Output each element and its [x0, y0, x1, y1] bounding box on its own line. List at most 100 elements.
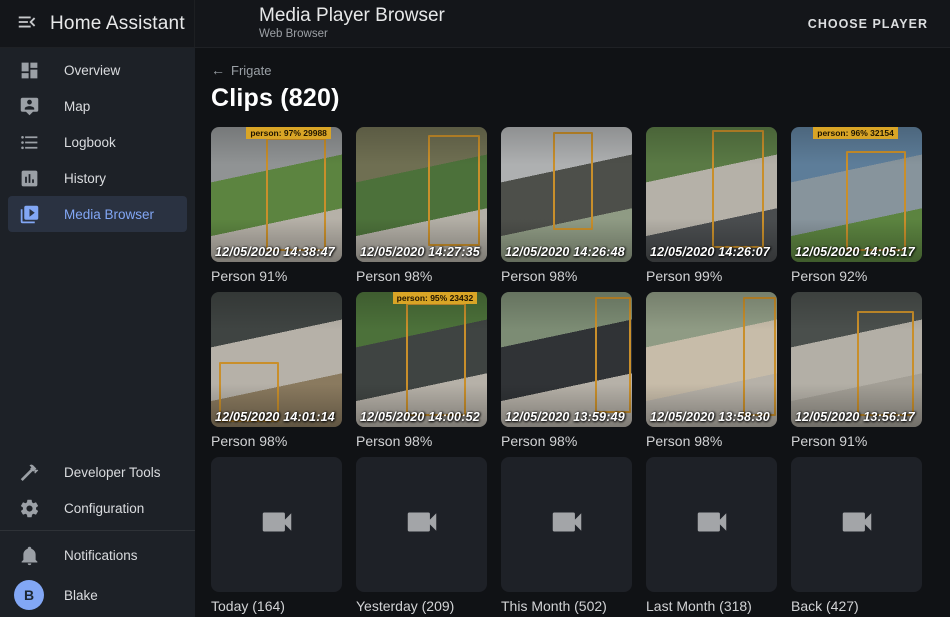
clip-thumbnail[interactable]: 12/05/2020 14:01:14: [211, 292, 342, 427]
video-camera-icon: [693, 503, 731, 546]
choose-player-button[interactable]: CHOOSE PLAYER: [800, 9, 936, 39]
sidebar-item-history[interactable]: History: [8, 160, 187, 196]
view-dashboard-icon: [18, 59, 40, 81]
app-body: Overview Map Logbook History Media Brows…: [0, 48, 950, 617]
clip-timestamp-overlay: 12/05/2020 14:01:14: [215, 410, 335, 424]
clip-card[interactable]: 12/05/2020 13:58:30 Person 98%: [646, 292, 777, 449]
clip-card[interactable]: person: 97% 29988 12/05/2020 14:38:47 Pe…: [211, 127, 342, 284]
sidebar-divider: [0, 530, 195, 531]
sidebar-item-media-browser[interactable]: Media Browser: [8, 196, 187, 232]
clip-caption: Person 99%: [646, 268, 777, 284]
clip-card[interactable]: 12/05/2020 14:27:35 Person 98%: [356, 127, 487, 284]
media-grid: person: 97% 29988 12/05/2020 14:38:47 Pe…: [211, 127, 950, 614]
back-arrow-icon: ←: [211, 62, 225, 78]
video-camera-icon: [403, 503, 441, 546]
clip-card[interactable]: 12/05/2020 13:59:49 Person 98%: [501, 292, 632, 449]
page-title: Media Player Browser: [259, 5, 445, 27]
folder-thumbnail[interactable]: [211, 457, 342, 592]
sidebar-item-logbook[interactable]: Logbook: [8, 124, 187, 160]
clip-caption: Person 98%: [356, 433, 487, 449]
detection-label-chip: person: 97% 29988: [246, 127, 331, 139]
clip-card[interactable]: 12/05/2020 14:26:48 Person 98%: [501, 127, 632, 284]
clip-caption: Person 98%: [211, 433, 342, 449]
clip-card[interactable]: 12/05/2020 14:26:07 Person 99%: [646, 127, 777, 284]
folder-card-0[interactable]: Today (164): [211, 457, 342, 614]
folder-card-3[interactable]: Last Month (318): [646, 457, 777, 614]
sidebar-toggle-button[interactable]: [12, 7, 42, 40]
detection-box: [553, 132, 592, 229]
clip-thumbnail[interactable]: 12/05/2020 13:59:49: [501, 292, 632, 427]
menu-open-icon: [16, 11, 38, 36]
play-box-multiple-icon: [18, 203, 40, 225]
page-title-block: Media Player Browser Web Browser: [259, 5, 445, 41]
breadcrumb-back-frigate[interactable]: ← Frigate: [211, 62, 271, 78]
clip-caption: Person 98%: [356, 268, 487, 284]
folder-card-1[interactable]: Yesterday (209): [356, 457, 487, 614]
sidebar-item-developer-tools[interactable]: Developer Tools: [8, 454, 187, 490]
clip-card[interactable]: person: 95% 23432 12/05/2020 14:00:52 Pe…: [356, 292, 487, 449]
sidebar-spacer: [0, 232, 195, 454]
clip-timestamp-overlay: 12/05/2020 14:38:47: [215, 245, 335, 259]
sidebar-nav: Overview Map Logbook History Media Brows…: [0, 52, 195, 232]
detection-label-chip: person: 95% 23432: [393, 292, 478, 304]
clip-timestamp-overlay: 12/05/2020 14:00:52: [360, 410, 480, 424]
sidebar-item-user[interactable]: B Blake: [8, 575, 187, 615]
clip-thumbnail[interactable]: 12/05/2020 13:56:17: [791, 292, 922, 427]
clip-timestamp-overlay: 12/05/2020 13:56:17: [795, 410, 915, 424]
sidebar-item-configuration[interactable]: Configuration: [8, 490, 187, 526]
clip-thumbnail[interactable]: person: 96% 32154 12/05/2020 14:05:17: [791, 127, 922, 262]
folder-thumbnail[interactable]: [791, 457, 922, 592]
sidebar-header: Home Assistant: [0, 0, 195, 47]
clip-caption: Person 91%: [211, 268, 342, 284]
sidebar-bottom: Developer Tools Configuration Notificati…: [0, 454, 195, 617]
clip-card[interactable]: 12/05/2020 13:56:17 Person 91%: [791, 292, 922, 449]
folder-thumbnail[interactable]: [646, 457, 777, 592]
app-title: Home Assistant: [50, 13, 185, 35]
bell-icon: [18, 544, 40, 566]
format-list-bulleted-icon: [18, 131, 40, 153]
folder-caption: Back (427): [791, 598, 922, 614]
clip-card[interactable]: 12/05/2020 14:01:14 Person 98%: [211, 292, 342, 449]
clip-thumbnail[interactable]: 12/05/2020 13:58:30: [646, 292, 777, 427]
clip-timestamp-overlay: 12/05/2020 13:59:49: [505, 410, 625, 424]
clip-thumbnail[interactable]: 12/05/2020 14:27:35: [356, 127, 487, 262]
sidebar-item-label: Notifications: [64, 548, 138, 563]
clip-caption: Person 98%: [501, 268, 632, 284]
folder-caption: Last Month (318): [646, 598, 777, 614]
sidebar: Overview Map Logbook History Media Brows…: [0, 48, 195, 617]
folder-caption: Today (164): [211, 598, 342, 614]
folder-thumbnail[interactable]: [501, 457, 632, 592]
app-root: Home Assistant Media Player Browser Web …: [0, 0, 950, 617]
sidebar-item-overview[interactable]: Overview: [8, 52, 187, 88]
clip-caption: Person 98%: [646, 433, 777, 449]
detection-box: [428, 135, 480, 246]
breadcrumb-label: Frigate: [231, 63, 271, 78]
sidebar-item-notifications[interactable]: Notifications: [8, 535, 187, 575]
clip-timestamp-overlay: 12/05/2020 14:27:35: [360, 245, 480, 259]
clip-thumbnail[interactable]: 12/05/2020 14:26:07: [646, 127, 777, 262]
detection-box: [406, 303, 466, 416]
sidebar-item-map[interactable]: Map: [8, 88, 187, 124]
video-camera-icon: [258, 503, 296, 546]
clip-thumbnail[interactable]: person: 97% 29988 12/05/2020 14:38:47: [211, 127, 342, 262]
page-subtitle: Web Browser: [259, 28, 445, 41]
top-toolbar: Home Assistant Media Player Browser Web …: [0, 0, 950, 48]
folder-thumbnail[interactable]: [356, 457, 487, 592]
user-name: Blake: [64, 588, 98, 603]
tooltip-account-icon: [18, 95, 40, 117]
clip-card[interactable]: person: 96% 32154 12/05/2020 14:05:17 Pe…: [791, 127, 922, 284]
video-camera-icon: [548, 503, 586, 546]
folder-card-4[interactable]: Back (427): [791, 457, 922, 614]
clip-caption: Person 92%: [791, 268, 922, 284]
clip-thumbnail[interactable]: person: 95% 23432 12/05/2020 14:00:52: [356, 292, 487, 427]
clip-timestamp-overlay: 12/05/2020 14:26:48: [505, 245, 625, 259]
chart-box-icon: [18, 167, 40, 189]
folder-caption: This Month (502): [501, 598, 632, 614]
detection-box: [266, 138, 326, 251]
gear-icon: [18, 497, 40, 519]
detection-box: [595, 297, 630, 413]
folder-card-2[interactable]: This Month (502): [501, 457, 632, 614]
clip-thumbnail[interactable]: 12/05/2020 14:26:48: [501, 127, 632, 262]
clip-timestamp-overlay: 12/05/2020 14:05:17: [795, 245, 915, 259]
sidebar-secondary-nav: Developer Tools Configuration: [0, 454, 195, 526]
